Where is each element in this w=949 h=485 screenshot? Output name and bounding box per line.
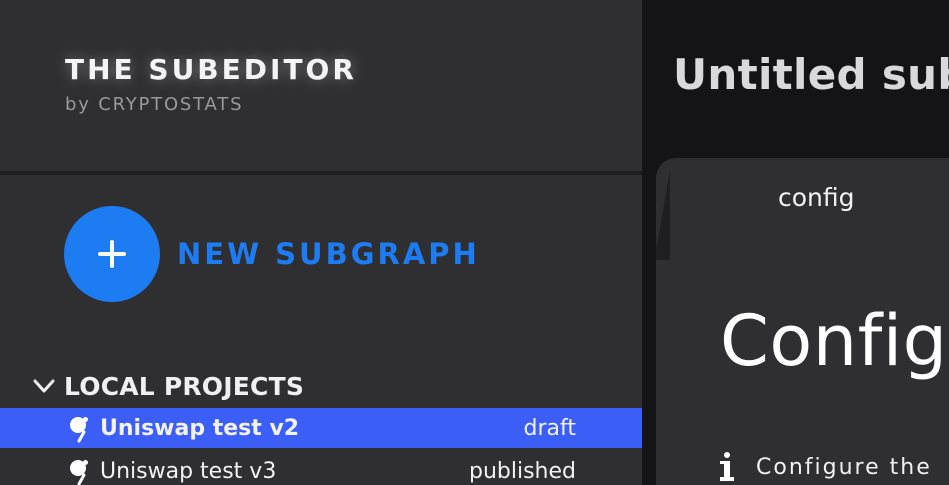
subgraph-icon [70,460,88,485]
main-area: Untitled subg [642,0,949,485]
sidebar: THE SUBEDITOR by CRYPTOSTATS NEW SUBGRAP… [0,0,642,485]
info-icon [720,452,734,481]
project-name: Uniswap test v3 [100,458,277,484]
plus-icon[interactable] [64,206,160,302]
panel-edge [656,170,670,260]
project-status: draft [523,415,576,441]
info-text: Configure the [756,454,932,480]
info-row: Configure the [718,450,932,484]
subgraph-icon [70,417,88,443]
project-name: Uniswap test v2 [100,415,300,441]
new-subgraph-label[interactable]: NEW SUBGRAPH [177,237,480,271]
chevron-down-icon[interactable] [32,374,56,398]
section-label: LOCAL PROJECTS [64,371,305,401]
local-projects-header[interactable]: LOCAL PROJECTS [32,369,304,403]
section-heading: Config [720,300,948,382]
page-title[interactable]: Untitled subg [673,50,949,99]
project-item-uniswap-test-v2[interactable]: Uniswap test v2 draft [0,408,642,448]
app-subtitle: by CRYPTOSTATS [65,94,244,115]
app-title: THE SUBEDITOR [65,53,357,86]
brand: THE SUBEDITOR by CRYPTOSTATS [65,52,357,116]
project-item-uniswap-test-v3[interactable]: Uniswap test v3 published [0,451,642,485]
sidebar-divider [0,171,642,175]
project-status: published [468,458,576,484]
tab-config[interactable]: config [778,183,855,212]
new-subgraph-button[interactable]: NEW SUBGRAPH [64,206,480,302]
